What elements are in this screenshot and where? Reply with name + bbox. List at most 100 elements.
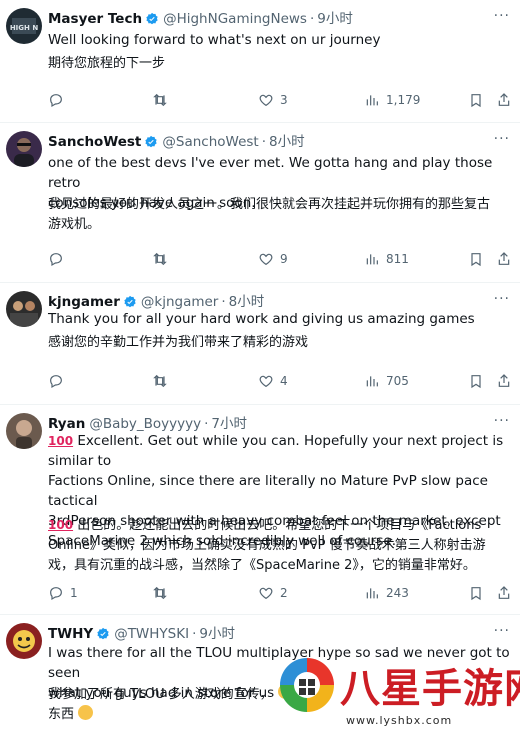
tweet[interactable]: kjngamer @kjngamer · 8小时 ··· Thank you f…: [0, 283, 520, 405]
bookmark-button[interactable]: [468, 249, 484, 269]
hundred-points-emoji-icon: 100: [48, 518, 74, 532]
tweet-actions: 1 2 243: [48, 583, 510, 603]
reply-count: 1: [70, 586, 78, 600]
bookmark-icon: [468, 373, 484, 389]
author-name[interactable]: TWHY: [48, 625, 93, 643]
like-count: 3: [280, 93, 288, 107]
view-count: 705: [386, 374, 409, 388]
like-button[interactable]: 9: [258, 249, 288, 269]
more-options-icon[interactable]: ···: [494, 413, 510, 429]
more-options-icon[interactable]: ···: [494, 131, 510, 147]
translation-line: 我见过的最好的开发人员之一。我们很快就会再次挂起并玩你拥有的那些复古: [48, 197, 491, 212]
reply-icon: [48, 585, 64, 601]
author-handle[interactable]: @TWHYSKI: [114, 625, 189, 643]
bar-chart-icon: [364, 585, 380, 601]
translation-line: 戏，具有沉重的战斗感，当然除了《SpaceMarine 2》，它的销量非常好。: [48, 558, 476, 573]
tweet-text-line: Thank you for all your hard work and giv…: [48, 311, 475, 327]
like-count: 9: [280, 252, 288, 266]
tweet-translation: 100 出色的。趁还能出去的时候出去吧。希望您的下一个项目与《Factions …: [48, 515, 516, 576]
views-button[interactable]: 243: [364, 583, 409, 603]
like-count: 2: [280, 586, 288, 600]
verified-badge-icon: [96, 627, 110, 641]
tweet-actions: 4 705: [48, 371, 510, 391]
reply-icon: [48, 373, 64, 389]
like-button[interactable]: 4: [258, 371, 288, 391]
share-button[interactable]: [496, 90, 512, 110]
avatar[interactable]: HIGH N: [6, 8, 42, 44]
avatar[interactable]: [6, 623, 42, 659]
author-handle[interactable]: @HighNGamingNews: [163, 10, 307, 28]
share-icon: [496, 92, 512, 108]
view-count: 243: [386, 586, 409, 600]
bookmark-button[interactable]: [468, 90, 484, 110]
like-button[interactable]: 2: [258, 583, 288, 603]
hundred-points-emoji-icon: 100: [48, 434, 74, 448]
bar-chart-icon: [364, 373, 380, 389]
bookmark-button[interactable]: [468, 371, 484, 391]
retweet-button[interactable]: [152, 583, 174, 603]
share-button[interactable]: [496, 249, 512, 269]
watermark-url: www.lyshbx.com: [346, 714, 453, 727]
tweet-actions: 3 1,179: [48, 90, 510, 110]
retweet-button[interactable]: [152, 371, 174, 391]
tweet-text-line: Factions Online, since there are literal…: [48, 473, 488, 509]
heart-icon: [258, 585, 274, 601]
watermark-title: 八星手游网: [340, 666, 520, 712]
views-button[interactable]: 811: [364, 249, 409, 269]
tweet-text-line: Excellent. Get out while you can. Hopefu…: [48, 433, 504, 469]
share-icon: [496, 373, 512, 389]
share-button[interactable]: [496, 583, 512, 603]
views-button[interactable]: 1,179: [364, 90, 420, 110]
more-options-icon[interactable]: ···: [494, 8, 510, 24]
tweet[interactable]: HIGH N Masyer Tech @HighNGamingNews · 9小…: [0, 0, 520, 123]
tweet[interactable]: SanchoWest @SanchoWest · 8小时 ··· one of …: [0, 123, 520, 283]
views-button[interactable]: 705: [364, 371, 409, 391]
pensive-face-emoji-icon: [78, 705, 94, 720]
translation-line: Online》类似，因为市场上确实没有成熟的 PvP 慢节奏战术第三人称射击游: [48, 538, 486, 553]
reply-button[interactable]: [48, 90, 70, 110]
translation-line: 出色的。趁还能出去的时候出去吧。希望您的下一个项目与《Factions: [77, 518, 482, 533]
heart-icon: [258, 251, 274, 267]
share-button[interactable]: [496, 371, 512, 391]
heart-icon: [258, 92, 274, 108]
author-name[interactable]: Masyer Tech: [48, 10, 142, 28]
retweet-icon: [152, 373, 168, 389]
view-count: 811: [386, 252, 409, 266]
retweet-icon: [152, 92, 168, 108]
timestamp[interactable]: 9小时: [199, 625, 235, 643]
watermark-logo-icon: [276, 654, 338, 716]
tweet-actions: 9 811: [48, 249, 510, 269]
tweet-text-line: one of the best devs I've ever met. We g…: [48, 155, 493, 191]
share-icon: [496, 251, 512, 267]
avatar[interactable]: [6, 131, 42, 167]
bar-chart-icon: [364, 92, 380, 108]
reply-button[interactable]: 1: [48, 583, 78, 603]
avatar[interactable]: [6, 291, 42, 327]
verified-badge-icon: [123, 295, 137, 309]
author-handle[interactable]: @SanchoWest: [162, 133, 258, 151]
translation-line: 期待您旅程的下一步: [48, 56, 166, 71]
timestamp[interactable]: 9小时: [317, 10, 353, 28]
more-options-icon[interactable]: ···: [494, 291, 510, 307]
bar-chart-icon: [364, 251, 380, 267]
share-icon: [496, 585, 512, 601]
tweet[interactable]: Ryan @Baby_Boyyyyy · 7小时 ··· 100 Excelle…: [0, 405, 520, 615]
site-watermark: 八星手游网 www.lyshbx.com: [270, 648, 520, 734]
more-options-icon[interactable]: ···: [494, 623, 510, 639]
author-name[interactable]: SanchoWest: [48, 133, 141, 151]
separator-dot: ·: [309, 11, 315, 27]
like-button[interactable]: 3: [258, 90, 288, 110]
bookmark-button[interactable]: [468, 583, 484, 603]
verified-badge-icon: [145, 12, 159, 26]
timestamp[interactable]: 8小时: [269, 133, 305, 151]
tweet-translation: 我见过的最好的开发人员之一。我们很快就会再次挂起并玩你拥有的那些复古 游戏机。: [48, 195, 516, 235]
reply-button[interactable]: [48, 249, 70, 269]
reply-button[interactable]: [48, 371, 70, 391]
tweet-translation: 感谢您的辛勤工作并为我们带来了精彩的游戏: [48, 333, 516, 353]
translation-line: 游戏机。: [48, 217, 101, 232]
tweet-translation: 期待您旅程的下一步: [48, 54, 516, 74]
retweet-button[interactable]: [152, 249, 174, 269]
reply-icon: [48, 251, 64, 267]
retweet-button[interactable]: [152, 90, 174, 110]
avatar[interactable]: [6, 413, 42, 449]
